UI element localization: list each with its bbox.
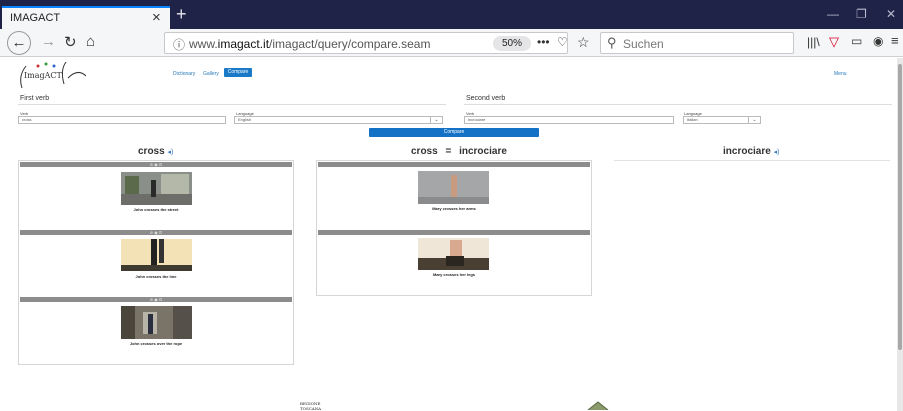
navigation-bar: ← → ↻ ⌂ ⓘ www.imagact.it/imagact/query/c… (0, 29, 903, 57)
right-heading: incrociare ◂) (723, 146, 779, 157)
pocket-shield-icon[interactable]: ▽ (829, 34, 839, 50)
more-actions-icon[interactable]: ••• (537, 35, 550, 49)
first-language-select[interactable]: English ⌄ (234, 116, 443, 124)
card-toolbar[interactable]: ⊘ ◉ ⊡ (20, 230, 292, 235)
speaker-icon[interactable]: ◂) (774, 149, 780, 156)
divider (18, 104, 446, 105)
page-content: ImagACT Dictionary Gallery Compare Menu … (0, 58, 897, 411)
extension-icon[interactable]: ◉ (873, 34, 883, 48)
pocket-icon[interactable]: ♡ (557, 35, 568, 49)
scrollbar-thumb[interactable] (898, 64, 902, 350)
sidebar-icon[interactable]: ▭ (851, 34, 862, 48)
second-language-value: Italian (687, 117, 698, 122)
menu-link[interactable]: Menu (834, 71, 847, 77)
video-thumbnail[interactable] (418, 238, 489, 270)
url-text[interactable]: www.imagact.it/imagact/query/compare.sea… (189, 37, 430, 51)
zoom-badge[interactable]: 50% (493, 36, 531, 51)
search-icon: ⚲ (607, 35, 617, 50)
bookmark-star-icon[interactable]: ☆ (577, 34, 590, 51)
menu-icon[interactable]: ≡ (891, 33, 899, 48)
card-caption: John crosses the line (135, 274, 177, 279)
middle-heading-a: cross (411, 146, 438, 157)
card-toolbar-icons: ⊘ ◉ ⊡ (149, 297, 163, 302)
card-toolbar[interactable]: ⊘ ◉ ⊡ (20, 162, 292, 167)
home-icon[interactable]: ⌂ (86, 33, 95, 50)
speaker-icon[interactable]: ◂) (167, 149, 173, 156)
browser-tab[interactable]: IMAGACT × (2, 6, 170, 29)
second-verb-input[interactable]: incrociare (464, 116, 674, 124)
card-toolbar[interactable] (318, 230, 590, 235)
logo-text: ImagACT (24, 71, 62, 80)
card-caption: John crosses the street (133, 207, 179, 212)
tab-bar: IMAGACT × + — ❐ ✕ (0, 0, 903, 29)
video-thumbnail[interactable] (121, 172, 192, 205)
first-language-value: English (238, 117, 252, 122)
middle-heading: cross = incrociare (411, 146, 507, 157)
card-caption: Mary crosses her legs (432, 272, 476, 277)
divider (464, 104, 892, 105)
first-verb-title: First verb (20, 95, 50, 102)
tab-close-icon[interactable]: × (152, 9, 161, 26)
equals-sign: = (445, 146, 452, 157)
divider (614, 160, 890, 161)
card-caption: Mary crosses her arms (432, 206, 476, 211)
regione-toscana-logo: REGIONE TOSCANA (300, 401, 322, 411)
video-thumbnail[interactable] (121, 239, 192, 271)
card-toolbar[interactable] (318, 162, 590, 167)
middle-heading-b: incrociare (459, 146, 507, 157)
card-toolbar-icons: ⊘ ◉ ⊡ (149, 230, 163, 235)
chevron-down-icon[interactable]: ⌄ (430, 116, 442, 124)
new-tab-icon[interactable]: + (176, 4, 187, 25)
library-icon[interactable]: |||\ (807, 35, 820, 49)
back-icon[interactable]: ← (7, 31, 31, 55)
nav-dictionary[interactable]: Dictionary (173, 71, 195, 77)
second-language-select[interactable]: Italian ⌄ (683, 116, 761, 124)
card-toolbar-icons: ⊘ ◉ ⊡ (149, 162, 163, 167)
search-input[interactable]: Suchen (623, 37, 664, 51)
forward-icon[interactable]: → (41, 33, 56, 50)
restore-icon[interactable]: ❐ (856, 7, 867, 21)
compare-button[interactable]: Compare (369, 128, 539, 137)
search-bar[interactable]: ⚲ Suchen (600, 32, 794, 54)
reload-icon[interactable]: ↻ (64, 33, 77, 51)
close-window-icon[interactable]: ✕ (886, 7, 896, 21)
left-heading-text: cross (138, 146, 165, 157)
right-heading-text: incrociare (723, 146, 771, 157)
video-thumbnail[interactable] (418, 171, 489, 204)
tab-title: IMAGACT (10, 12, 61, 24)
card-toolbar[interactable]: ⊘ ◉ ⊡ (20, 297, 292, 302)
info-icon[interactable]: ⓘ (173, 36, 185, 53)
nav-gallery[interactable]: Gallery (203, 71, 219, 77)
chevron-down-icon[interactable]: ⌄ (748, 116, 760, 124)
url-bar[interactable]: ⓘ www.imagact.it/imagact/query/compare.s… (164, 32, 590, 54)
left-heading: cross ◂) (138, 146, 173, 157)
first-verb-input[interactable]: cross (18, 116, 226, 124)
nav-compare[interactable]: Compare (224, 68, 252, 77)
second-verb-title: Second verb (466, 95, 506, 102)
minimize-icon[interactable]: — (827, 7, 839, 21)
video-thumbnail[interactable] (121, 306, 192, 339)
card-caption: John crosses over the rope (129, 341, 183, 346)
partner-logo (587, 401, 609, 410)
